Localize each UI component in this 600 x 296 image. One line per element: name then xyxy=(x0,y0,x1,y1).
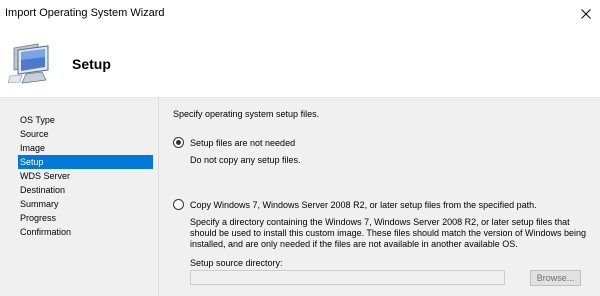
description-line: installed, and are only needed if the fi… xyxy=(190,239,518,249)
no-setup-files-description: Do not copy any setup files. xyxy=(190,155,301,165)
copy-setup-files-description: Specify a directory containing the Windo… xyxy=(190,217,590,250)
wizard-window: Import Operating System Wizard Setup OS … xyxy=(0,0,600,296)
step-wds-server[interactable]: WDS Server xyxy=(18,169,153,183)
step-list: OS Type Source Image Setup WDS Server De… xyxy=(18,113,153,239)
copy-setup-files-label: Copy Windows 7, Windows Server 2008 R2, … xyxy=(190,199,537,210)
instruction-text: Specify operating system setup files. xyxy=(173,109,320,119)
description-line: Specify a directory containing the Windo… xyxy=(190,217,570,227)
description-line: should be used to install this custom im… xyxy=(190,228,587,238)
browse-button[interactable]: Browse... xyxy=(530,270,581,286)
window-title: Import Operating System Wizard xyxy=(5,7,165,19)
computer-monitor-icon xyxy=(8,43,49,84)
no-setup-files-radio[interactable] xyxy=(173,137,184,148)
step-summary[interactable]: Summary xyxy=(18,197,153,211)
close-button[interactable] xyxy=(572,0,600,28)
setup-content: Specify operating system setup files. Se… xyxy=(159,98,600,296)
copy-setup-files-option[interactable]: Copy Windows 7, Windows Server 2008 R2, … xyxy=(173,199,537,210)
no-setup-files-label: Setup files are not needed xyxy=(190,137,296,148)
step-os-type[interactable]: OS Type xyxy=(18,113,153,127)
close-icon xyxy=(581,9,591,19)
copy-setup-files-radio[interactable] xyxy=(173,199,184,210)
step-navigation: OS Type Source Image Setup WDS Server De… xyxy=(0,98,159,296)
step-image[interactable]: Image xyxy=(18,141,153,155)
wizard-body: OS Type Source Image Setup WDS Server De… xyxy=(0,98,600,296)
setup-source-directory-label: Setup source directory: xyxy=(190,258,283,268)
step-progress[interactable]: Progress xyxy=(18,211,153,225)
step-source[interactable]: Source xyxy=(18,127,153,141)
setup-source-directory-input[interactable] xyxy=(190,270,505,285)
page-title: Setup xyxy=(72,56,111,72)
step-setup[interactable]: Setup xyxy=(18,155,153,169)
step-destination[interactable]: Destination xyxy=(18,183,153,197)
title-bar: Import Operating System Wizard xyxy=(0,0,600,28)
wizard-header: Setup xyxy=(0,28,600,98)
step-confirmation[interactable]: Confirmation xyxy=(18,225,153,239)
no-setup-files-option[interactable]: Setup files are not needed xyxy=(173,137,295,148)
